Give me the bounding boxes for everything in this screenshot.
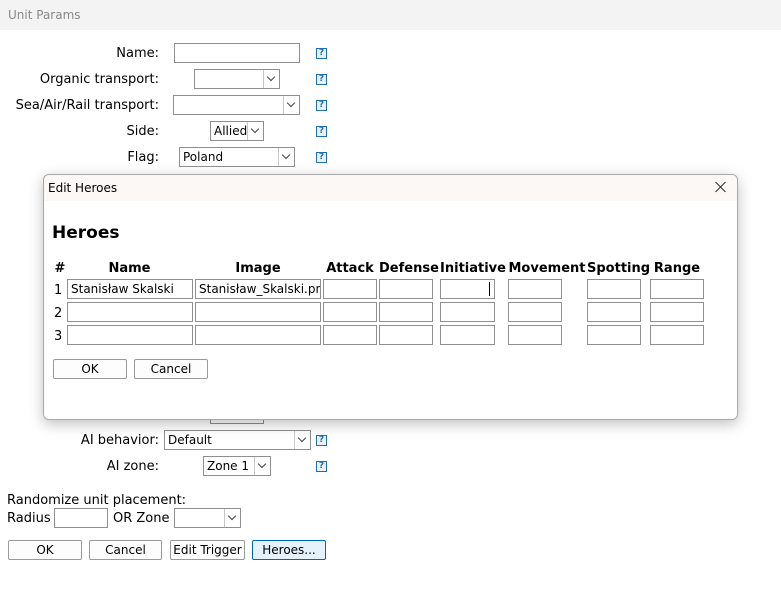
organic-transport-label: Organic transport: bbox=[39, 72, 159, 87]
name-input[interactable] bbox=[174, 43, 300, 63]
hero-range-input[interactable] bbox=[650, 302, 704, 322]
column-header-initiative: Initiative bbox=[440, 261, 506, 276]
chevron-down-icon bbox=[247, 122, 263, 140]
sea-air-rail-transport-select[interactable] bbox=[173, 95, 300, 115]
text-caret bbox=[489, 282, 490, 296]
ai-behavior-label: AI behavior: bbox=[80, 433, 159, 448]
hero-attack-input[interactable] bbox=[323, 302, 377, 322]
chevron-down-icon bbox=[254, 457, 270, 475]
hero-spotting-input[interactable] bbox=[587, 325, 641, 345]
edit-trigger-button[interactable]: Edit Trigger bbox=[170, 540, 245, 560]
window-title: Unit Params bbox=[0, 0, 781, 30]
dialog-cancel-button[interactable]: Cancel bbox=[134, 359, 208, 379]
hero-spotting-input[interactable] bbox=[587, 279, 641, 299]
hero-initiative-input[interactable] bbox=[440, 325, 495, 345]
help-icon[interactable]: ? bbox=[316, 461, 327, 472]
ai-behavior-value: Default bbox=[168, 433, 212, 447]
help-icon[interactable]: ? bbox=[316, 74, 327, 85]
hero-movement-input[interactable] bbox=[508, 279, 562, 299]
column-header-range: Range bbox=[653, 261, 701, 276]
flag-label: Flag: bbox=[127, 150, 159, 165]
radius-label: Radius bbox=[7, 511, 51, 526]
side-select[interactable]: Allied bbox=[210, 121, 264, 141]
hero-defense-input[interactable] bbox=[379, 325, 433, 345]
column-header-number: # bbox=[54, 261, 66, 276]
ai-zone-select[interactable]: Zone 1 bbox=[203, 456, 271, 476]
side-value: Allied bbox=[214, 124, 248, 138]
help-icon[interactable]: ? bbox=[316, 435, 327, 446]
chevron-down-icon bbox=[224, 509, 240, 527]
random-zone-select[interactable] bbox=[174, 508, 241, 528]
dialog-title: Edit Heroes bbox=[44, 175, 737, 201]
randomize-placement-label: Randomize unit placement: bbox=[7, 493, 187, 508]
row-number: 3 bbox=[54, 329, 63, 344]
hero-defense-input[interactable] bbox=[379, 302, 433, 322]
hero-name-input[interactable]: Stanisław Skalski bbox=[67, 279, 193, 299]
hero-initiative-input[interactable] bbox=[440, 279, 495, 299]
flag-select[interactable]: Poland bbox=[179, 147, 295, 167]
ok-button[interactable]: OK bbox=[8, 540, 82, 560]
column-header-movement: Movement bbox=[508, 261, 586, 276]
hero-attack-input[interactable] bbox=[323, 279, 377, 299]
row-number: 1 bbox=[54, 283, 63, 298]
sea-air-rail-transport-label: Sea/Air/Rail transport: bbox=[15, 98, 159, 113]
hero-range-input[interactable] bbox=[650, 279, 704, 299]
column-header-spotting: Spotting bbox=[587, 261, 651, 276]
chevron-down-icon bbox=[294, 431, 310, 449]
help-icon[interactable]: ? bbox=[316, 48, 327, 59]
ai-behavior-select[interactable]: Default bbox=[164, 430, 311, 450]
ai-zone-value: Zone 1 bbox=[207, 459, 249, 473]
hero-spotting-input[interactable] bbox=[587, 302, 641, 322]
column-header-name: Name bbox=[108, 261, 151, 276]
hero-attack-input[interactable] bbox=[323, 325, 377, 345]
organic-transport-select[interactable] bbox=[194, 69, 280, 89]
hero-image-input[interactable]: Stanisław_Skalski.png bbox=[195, 279, 321, 299]
ai-zone-label: AI zone: bbox=[106, 459, 159, 474]
column-header-defense: Defense bbox=[379, 261, 439, 276]
hero-name-input[interactable] bbox=[67, 302, 193, 322]
heroes-heading: Heroes bbox=[52, 223, 120, 243]
hero-movement-input[interactable] bbox=[508, 302, 562, 322]
column-header-attack: Attack bbox=[326, 261, 374, 276]
row-number: 2 bbox=[54, 306, 63, 321]
dialog-ok-button[interactable]: OK bbox=[53, 359, 127, 379]
help-icon[interactable]: ? bbox=[316, 126, 327, 137]
name-label: Name: bbox=[116, 46, 159, 61]
cancel-button[interactable]: Cancel bbox=[89, 540, 162, 560]
column-header-image: Image bbox=[235, 261, 281, 276]
hero-name-input[interactable] bbox=[67, 325, 193, 345]
hero-image-input[interactable] bbox=[195, 302, 321, 322]
help-icon[interactable]: ? bbox=[316, 100, 327, 111]
dialog-body: Heroes # Name Image Attack Defense Initi… bbox=[44, 201, 737, 419]
radius-input[interactable] bbox=[54, 508, 108, 528]
hero-image-input[interactable] bbox=[195, 325, 321, 345]
edit-heroes-dialog: Edit Heroes Heroes # Name Image Attack D… bbox=[43, 174, 738, 420]
hero-initiative-input[interactable] bbox=[440, 302, 495, 322]
flag-value: Poland bbox=[183, 150, 224, 164]
chevron-down-icon bbox=[278, 148, 294, 166]
side-label: Side: bbox=[126, 124, 160, 139]
close-icon[interactable] bbox=[713, 179, 729, 195]
hero-defense-input[interactable] bbox=[379, 279, 433, 299]
chevron-down-icon bbox=[283, 96, 299, 114]
chevron-down-icon bbox=[263, 70, 279, 88]
heroes-button[interactable]: Heroes... bbox=[252, 540, 326, 560]
or-zone-label: OR Zone bbox=[113, 511, 170, 526]
help-icon[interactable]: ? bbox=[316, 152, 327, 163]
hero-range-input[interactable] bbox=[650, 325, 704, 345]
hero-movement-input[interactable] bbox=[508, 325, 562, 345]
